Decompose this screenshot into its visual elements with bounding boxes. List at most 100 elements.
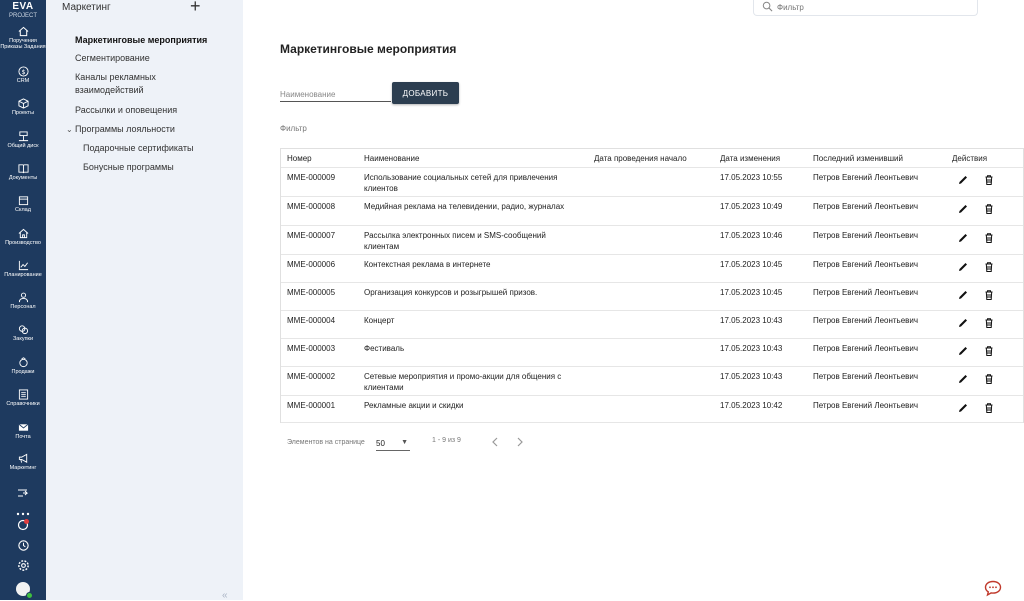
cell-modified-date: 17.05.2023 10:43 <box>720 344 783 353</box>
cell-modified-by: Петров Евгений Леонтьевич <box>813 260 919 269</box>
edit-icon[interactable] <box>957 289 969 301</box>
cell-name: Сетевые мероприятия и промо-акции для об… <box>364 372 562 392</box>
cell-modified-date: 17.05.2023 10:42 <box>720 401 783 410</box>
nav-item-channels[interactable]: Каналы рекламных взаимодействий <box>75 71 185 97</box>
chat-icon[interactable] <box>984 580 1002 597</box>
avatar <box>16 582 33 599</box>
app-logo[interactable]: EVA PROJECT <box>0 0 46 20</box>
search-input[interactable] <box>777 0 967 14</box>
next-page-icon[interactable] <box>516 437 524 447</box>
cell-name: Медийная реклама на телевидении, радио, … <box>364 202 565 211</box>
edit-icon[interactable] <box>957 174 969 186</box>
table-row[interactable]: MME-000003 Фестиваль 17.05.2023 10:43 Петро… <box>281 339 1023 367</box>
rail-item-sales[interactable]: Продажи <box>0 357 46 375</box>
cell-modified-by: Петров Евгений Леонтьевич <box>813 401 919 410</box>
filter-label[interactable]: Фильтр <box>280 124 307 133</box>
settings-button[interactable] <box>0 559 46 577</box>
rail-item-projects[interactable]: Проекты <box>0 98 46 116</box>
list-icon <box>18 389 28 400</box>
cell-modified-date: 17.05.2023 10:45 <box>720 260 783 269</box>
nav-item-loyalty[interactable]: Программы лояльности <box>75 123 175 136</box>
delete-icon[interactable] <box>983 402 995 414</box>
name-field[interactable] <box>280 87 391 102</box>
delete-icon[interactable] <box>983 289 995 301</box>
header-name[interactable]: Наименование <box>364 153 574 164</box>
logo-line2: PROJECT <box>8 13 37 19</box>
cell-number: MME-000001 <box>287 401 336 410</box>
table-row[interactable]: MME-000002 Сетевые мероприятия и промо-ак… <box>281 367 1023 396</box>
rail-item-planning[interactable]: Планирование <box>0 260 46 278</box>
nav-item-gift-certificates[interactable]: Подарочные сертификаты <box>83 142 193 155</box>
gear-icon <box>17 560 29 571</box>
rail-item-purchases[interactable]: Закупки <box>0 324 46 342</box>
rail-item-disk[interactable]: Общий диск <box>0 131 46 149</box>
rail-item-marketing[interactable]: Маркетинг <box>0 453 46 471</box>
nav-item-bonus-programs[interactable]: Бонусные программы <box>83 161 174 174</box>
cell-number: MME-000009 <box>287 173 336 182</box>
cell-modified-by: Петров Евгений Леонтьевич <box>813 173 919 182</box>
delete-icon[interactable] <box>983 345 995 357</box>
cell-name: Контекстная реклама в интернете <box>364 260 491 269</box>
table-row[interactable]: MME-000007 Рассылка электронных писем и S… <box>281 226 1023 255</box>
rail-item-crm[interactable]: $ CRM <box>0 66 46 84</box>
rail-item-mail[interactable]: Почта <box>0 422 46 440</box>
rail-label: Персонал <box>10 304 36 310</box>
header-modified-by[interactable]: Последний изменивший <box>813 153 903 164</box>
rail-item-warehouse[interactable]: Склад <box>0 195 46 213</box>
prev-page-icon[interactable] <box>491 437 499 447</box>
book-icon <box>17 164 29 174</box>
table-row[interactable]: MME-000005 Организация конкурсов и розыгр… <box>281 283 1023 311</box>
factory-icon <box>18 228 28 239</box>
section-sidebar: Маркетинг + Маркетинговые мероприятия Се… <box>46 0 243 601</box>
per-page-select[interactable]: 50 ▼ <box>376 437 410 451</box>
rail-label: Планирование <box>4 272 42 278</box>
user-avatar[interactable] <box>0 582 46 599</box>
delete-icon[interactable] <box>983 261 995 273</box>
cell-name: Рекламные акции и скидки <box>364 401 464 410</box>
online-status-dot <box>26 592 33 599</box>
edit-icon[interactable] <box>957 317 969 329</box>
rail-item-production[interactable]: Производство <box>0 228 46 246</box>
cube-icon <box>17 98 29 109</box>
table-row[interactable]: MME-000006 Контекстная реклама в интернет… <box>281 255 1023 283</box>
rail-item-staff[interactable]: Персонал <box>0 292 46 310</box>
delete-icon[interactable] <box>983 232 995 244</box>
top-filter <box>753 0 978 16</box>
sales-icon <box>18 357 28 368</box>
header-modified-date[interactable]: Дата изменения <box>720 153 780 164</box>
table-row[interactable]: MME-000001 Рекламные акции и скидки 17.05.… <box>281 396 1023 423</box>
nav-item-events[interactable]: Маркетинговые мероприятия <box>75 34 207 47</box>
edit-icon[interactable] <box>957 373 969 385</box>
history-icon <box>17 540 29 551</box>
table-row[interactable]: MME-000009 Использование социальных сетей… <box>281 168 1023 197</box>
rail-item-references[interactable]: Справочники <box>0 389 46 407</box>
person-icon <box>18 292 28 303</box>
page-range: 1 - 9 из 9 <box>432 437 461 444</box>
delete-icon[interactable] <box>983 317 995 329</box>
table-row[interactable]: MME-000004 Концерт 17.05.2023 10:43 Петров … <box>281 311 1023 339</box>
edit-icon[interactable] <box>957 203 969 215</box>
edit-icon[interactable] <box>957 261 969 273</box>
nav-item-segmentation[interactable]: Сегментирование <box>75 52 150 65</box>
rail-item-tasks[interactable]: Поручения Приказы Задания <box>0 26 46 50</box>
header-number[interactable]: Номер <box>287 153 312 164</box>
chevron-down-icon[interactable]: ⌄ <box>66 125 73 134</box>
add-section-button[interactable]: + <box>190 0 201 15</box>
add-button[interactable]: ДОБАВИТЬ <box>392 82 459 104</box>
rail-item-docs[interactable]: Документы <box>0 163 46 181</box>
edit-icon[interactable] <box>957 345 969 357</box>
edit-icon[interactable] <box>957 232 969 244</box>
delete-icon[interactable] <box>983 174 995 186</box>
more-icon <box>16 512 30 516</box>
edit-icon[interactable] <box>957 402 969 414</box>
rail-label: Поручения Приказы Задания <box>0 38 46 50</box>
header-start-date[interactable]: Дата проведения начало <box>594 153 687 164</box>
delete-icon[interactable] <box>983 373 995 385</box>
table-row[interactable]: MME-000008 Медийная реклама на телевидени… <box>281 197 1023 226</box>
delete-icon[interactable] <box>983 203 995 215</box>
nav-item-mailings[interactable]: Рассылки и оповещения <box>75 104 177 117</box>
exit-button[interactable] <box>0 486 46 504</box>
collapse-sidebar-button[interactable]: « <box>222 590 228 601</box>
history-button[interactable] <box>0 539 46 557</box>
notifications-button[interactable] <box>0 518 46 537</box>
